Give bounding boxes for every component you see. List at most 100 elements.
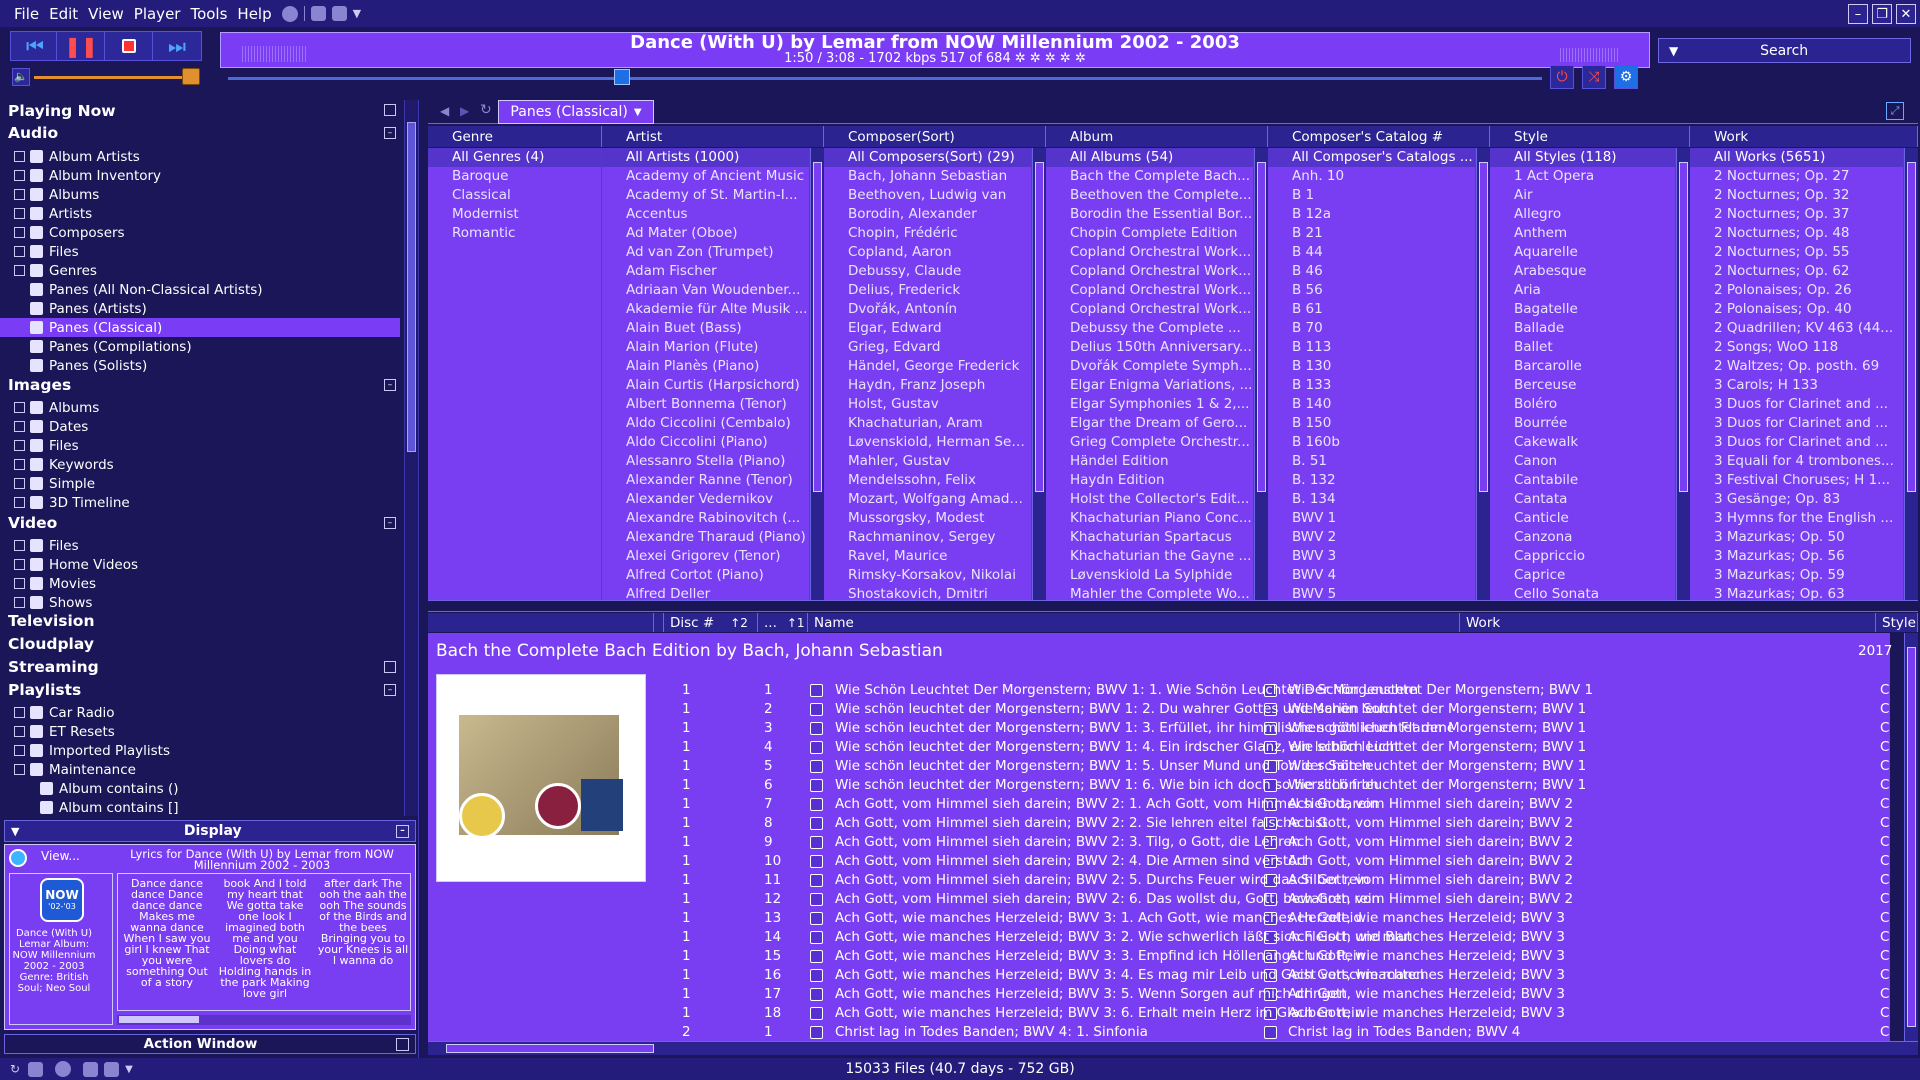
tree-item-images-2[interactable]: Files — [0, 436, 400, 455]
column-header-1[interactable]: Artist — [602, 126, 824, 147]
settings-gear-icon[interactable]: ⚙ — [1614, 65, 1638, 89]
pane-item[interactable]: Khachaturian the Gayne ... — [1046, 547, 1253, 566]
pane-item[interactable]: Händel, George Frederick — [824, 357, 1031, 376]
pane-item[interactable]: Ad van Zon (Trumpet) — [602, 243, 809, 262]
pane-item[interactable]: B 113 — [1268, 338, 1475, 357]
pane-item[interactable]: 3 Equali for 4 trombones... — [1690, 452, 1903, 471]
menu-edit[interactable]: Edit — [49, 5, 88, 23]
pane-item[interactable]: 2 Nocturnes; Op. 37 — [1690, 205, 1903, 224]
tree-item-playlist-2[interactable]: Imported Playlists — [0, 741, 400, 760]
pane-column-scrollbar[interactable] — [1476, 148, 1490, 600]
edit-tag-icon[interactable] — [810, 969, 823, 982]
cloudplay-item[interactable]: Cloudplay — [8, 635, 94, 653]
table-row[interactable]: 1 11 Ach Gott, vom Himmel sieh darein; BWV… — [428, 871, 1890, 890]
pane-item[interactable]: Romantic — [428, 224, 601, 243]
column-header-2[interactable]: Composer(Sort) — [824, 126, 1046, 147]
expand-box-icon[interactable] — [14, 745, 25, 756]
pane-item[interactable]: Khachaturian Spartacus — [1046, 528, 1253, 547]
pane-item[interactable]: B 160b — [1268, 433, 1475, 452]
pane-item[interactable]: Holst, Gustav — [824, 395, 1031, 414]
expand-box-icon[interactable] — [14, 170, 25, 181]
pane-item[interactable]: Copland, Aaron — [824, 243, 1031, 262]
menu-tools[interactable]: Tools — [190, 5, 237, 23]
pane-item[interactable]: Borodin, Alexander — [824, 205, 1031, 224]
list-header-style[interactable]: Style — [1876, 613, 1918, 632]
menu-view[interactable]: View — [88, 5, 134, 23]
lyrics-hscrollbar[interactable] — [117, 1015, 411, 1025]
pane-item[interactable]: 2 Nocturnes; Op. 32 — [1690, 186, 1903, 205]
tree-item-genre-child-3[interactable]: Panes (Compilations) — [0, 337, 400, 356]
pane-item[interactable]: 2 Waltzes; Op. posth. 69 — [1690, 357, 1903, 376]
tree-item-audio-0[interactable]: Album Artists — [0, 147, 400, 166]
pane-column-scrollbar[interactable] — [1904, 148, 1918, 600]
edit-tag-icon[interactable] — [810, 817, 823, 830]
expand-box-icon[interactable] — [14, 540, 25, 551]
pane-item[interactable]: 3 Mazurkas; Op. 59 — [1690, 566, 1903, 585]
pane-item[interactable]: Cantabile — [1490, 471, 1675, 490]
pane-item[interactable]: Classical — [428, 186, 601, 205]
pane-item[interactable]: 3 Mazurkas; Op. 56 — [1690, 547, 1903, 566]
table-row[interactable]: 1 6 Wie schön leuchtet der Morgenstern; BW… — [428, 776, 1890, 795]
refresh-status-icon[interactable]: ↻ — [10, 1062, 20, 1076]
minimize-button[interactable]: – — [1848, 4, 1868, 24]
tree-item-genre-child-0[interactable]: Panes (All Non-Classical Artists) — [0, 280, 400, 299]
pane-item[interactable]: 2 Nocturnes; Op. 48 — [1690, 224, 1903, 243]
pane-item[interactable]: All Works (5651) — [1690, 148, 1903, 167]
pane-item[interactable]: Alessanro Stella (Piano) — [602, 452, 809, 471]
pane-item[interactable]: Khachaturian, Aram — [824, 414, 1031, 433]
edit-tag-icon[interactable] — [810, 798, 823, 811]
back-icon[interactable]: ◀ — [440, 104, 449, 118]
pane-item[interactable]: Bach the Complete Bach... — [1046, 167, 1253, 186]
television-item[interactable]: Television — [8, 612, 95, 630]
pane-item[interactable]: Allegro — [1490, 205, 1675, 224]
now-playing-display[interactable]: Dance (With U) by Lemar from NOW Millenn… — [220, 32, 1650, 68]
pane-item[interactable]: Alexander Ranne (Tenor) — [602, 471, 809, 490]
pane-item[interactable]: Alain Planès (Piano) — [602, 357, 809, 376]
tree-item-genre-child-4[interactable]: Panes (Solists) — [0, 356, 400, 375]
pane-item[interactable]: Elgar Symphonies 1 & 2,... — [1046, 395, 1253, 414]
pane-item[interactable]: B 150 — [1268, 414, 1475, 433]
edit-tag-icon[interactable] — [810, 722, 823, 735]
display-panel-close-icon[interactable]: – — [396, 824, 409, 838]
pane-toggle-icon[interactable] — [384, 104, 396, 116]
volume-slider-handle[interactable] — [182, 68, 200, 85]
table-row[interactable]: 1 12 Ach Gott, vom Himmel sieh darein; BWV… — [428, 890, 1890, 909]
pane-item[interactable]: All Genres (4) — [428, 148, 601, 167]
edit-tag-icon[interactable] — [810, 684, 823, 697]
pane-item[interactable]: B. 51 — [1268, 452, 1475, 471]
pane-item[interactable]: Cantata — [1490, 490, 1675, 509]
expand-box-icon[interactable] — [14, 227, 25, 238]
pane-item[interactable]: Haydn Edition — [1046, 471, 1253, 490]
pane-item[interactable]: Alexandre Rabinovitch (... — [602, 509, 809, 528]
chevron-down-icon[interactable]: ▼ — [353, 7, 361, 20]
star-icon[interactable] — [331, 6, 347, 21]
pane-item[interactable]: 3 Mazurkas; Op. 63 — [1690, 585, 1903, 600]
pane-item[interactable]: 3 Hymns for the English ... — [1690, 509, 1903, 528]
search-box[interactable]: ▼ Search — [1658, 38, 1911, 63]
list-header-work[interactable]: Work — [1460, 613, 1876, 632]
pane-column-scrollbar-thumb[interactable] — [1257, 162, 1266, 492]
shuffle-icon[interactable]: ⤨ — [1582, 65, 1606, 89]
expand-box-icon[interactable] — [14, 764, 25, 775]
expand-box-icon[interactable] — [14, 208, 25, 219]
tree-scrollbar[interactable] — [404, 100, 418, 816]
pane-item[interactable]: Canon — [1490, 452, 1675, 471]
table-row[interactable]: 2 1 Christ lag in Todes Banden; BWV 4: 1. … — [428, 1023, 1890, 1042]
pane-item[interactable]: 3 Carols; H 133 — [1690, 376, 1903, 395]
pane-item[interactable]: Rimsky-Korsakov, Nikolai — [824, 566, 1031, 585]
expand-box-icon[interactable] — [14, 402, 25, 413]
tree-item-maintenance-child-0[interactable]: Album contains () — [0, 779, 400, 798]
pane-item[interactable]: All Artists (1000) — [602, 148, 809, 167]
pane-splitter[interactable] — [418, 100, 426, 1058]
pane-item[interactable]: Cakewalk — [1490, 433, 1675, 452]
next-track-button[interactable]: ⏭ — [152, 31, 202, 61]
pane-item[interactable]: 3 Duos for Clarinet and ... — [1690, 433, 1903, 452]
pane-item[interactable]: Ballade — [1490, 319, 1675, 338]
pane-item[interactable]: Akademie für Alte Musik ... — [602, 300, 809, 319]
pane-item[interactable]: Mahler the Complete Wo... — [1046, 585, 1253, 600]
pane-item[interactable]: B. 132 — [1268, 471, 1475, 490]
pane-item[interactable]: B. 134 — [1268, 490, 1475, 509]
pane-item[interactable]: 1 Act Opera — [1490, 167, 1675, 186]
search-input[interactable]: Search — [1688, 43, 1910, 59]
seek-bar-handle[interactable] — [614, 69, 631, 85]
